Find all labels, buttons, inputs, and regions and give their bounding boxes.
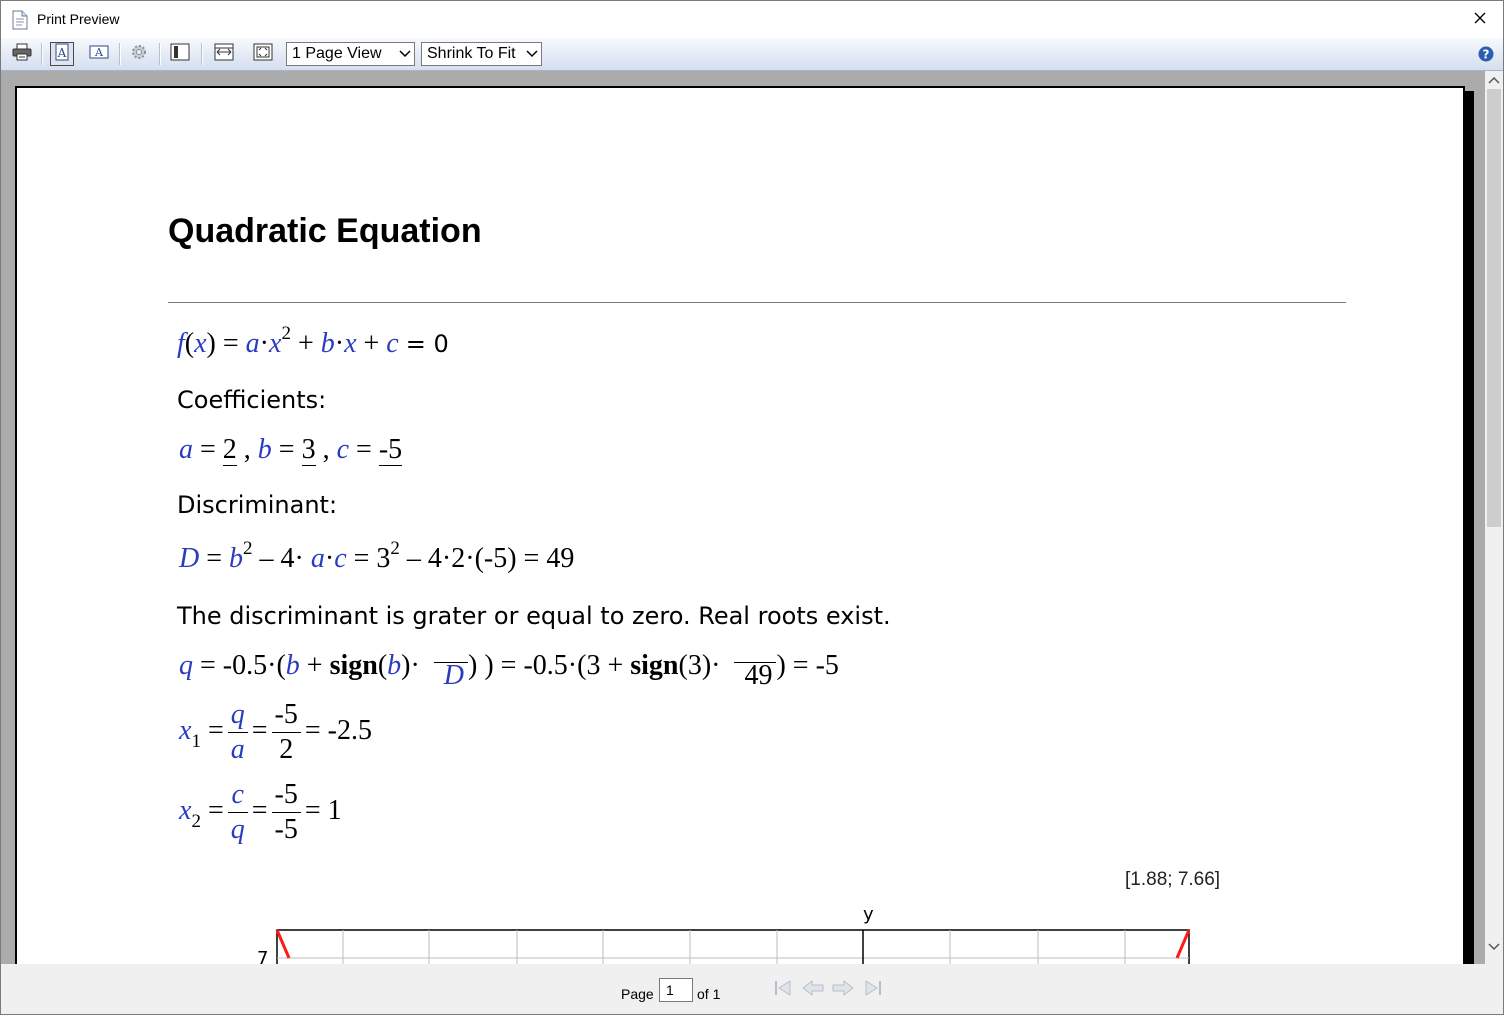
print-preview-window: Print Preview A A 1 Page View Shrink To … — [0, 0, 1504, 1015]
one-page-icon — [170, 43, 190, 66]
chevron-down-icon — [1488, 938, 1500, 956]
discriminant-line: D = b2 – 4· a·c = 32 – 4·2·(-5) = 49 — [179, 538, 575, 574]
last-page-button[interactable] — [861, 979, 885, 1001]
whole-page-icon — [253, 43, 273, 66]
scroll-up-button[interactable] — [1485, 71, 1503, 89]
page-label: Page — [621, 986, 654, 1002]
last-page-icon — [863, 979, 883, 1002]
discriminant-heading: Discriminant: — [177, 491, 338, 519]
view-mode-value: 1 Page View — [292, 45, 382, 62]
y-axis-label: y — [863, 904, 874, 925]
page-number-input[interactable] — [659, 978, 693, 1002]
close-button[interactable] — [1457, 1, 1503, 38]
page-navigation-bar: Page of 1 — [1, 964, 1503, 1014]
zoom-mode-value: Shrink To Fit — [427, 45, 516, 62]
chevron-down-icon — [399, 45, 411, 70]
toolbar-separator — [41, 43, 43, 65]
chevron-down-icon — [526, 45, 538, 70]
window-title: Print Preview — [37, 11, 120, 27]
page-setup-button[interactable] — [127, 42, 151, 66]
conclusion-text: The discriminant is grater or equal to z… — [177, 602, 891, 630]
q-line: q = -0.5·(b + sign(b)· D) ) = -0.5·(3 + s… — [179, 650, 839, 691]
landscape-icon: A — [89, 45, 109, 64]
next-page-button[interactable] — [831, 979, 855, 1001]
one-page-button[interactable] — [168, 42, 192, 66]
title-bar: Print Preview — [1, 1, 1503, 38]
toolbar-separator — [201, 43, 203, 65]
portrait-button[interactable]: A — [50, 42, 74, 66]
root-x2: x2 = c q = -5 -5 = 1 — [179, 779, 342, 845]
page-count-label: of 1 — [697, 986, 721, 1002]
printer-icon — [12, 43, 32, 66]
zoom-mode-select[interactable]: Shrink To Fit — [421, 42, 542, 66]
toolbar-separator — [119, 43, 121, 65]
help-icon: ? — [1478, 46, 1494, 66]
toolbar-separator — [159, 43, 161, 65]
coefficients-heading: Coefficients: — [177, 386, 327, 414]
document-title: Quadratic Equation — [168, 212, 482, 250]
title-divider — [168, 302, 1346, 303]
landscape-button[interactable]: A — [87, 42, 111, 66]
preview-area: Quadratic Equation f(x) = a·x2 + b·x + c… — [1, 71, 1485, 964]
scroll-down-button[interactable] — [1485, 938, 1503, 956]
whole-page-button[interactable] — [251, 42, 275, 66]
function-graph: y 7 — [257, 904, 1191, 964]
chevron-up-icon — [1488, 71, 1500, 89]
view-mode-select[interactable]: 1 Page View — [286, 42, 415, 66]
document-page: Quadratic Equation f(x) = a·x2 + b·x + c… — [15, 86, 1465, 964]
page-width-button[interactable] — [212, 42, 236, 66]
vertical-scrollbar[interactable] — [1485, 71, 1503, 964]
portrait-icon: A — [55, 43, 69, 66]
first-page-button[interactable] — [771, 979, 795, 1001]
equation-line: f(x) = a·x2 + b·x + c = 0 — [177, 323, 449, 359]
settings-icon — [130, 43, 148, 66]
arrow-right-icon — [832, 979, 854, 1002]
coefficients-line: a = 2 , b = 3 , c = -5 — [179, 434, 403, 466]
print-button[interactable] — [10, 42, 34, 66]
svg-text:A: A — [57, 46, 67, 60]
help-button[interactable]: ? — [1478, 46, 1494, 62]
toolbar: A A 1 Page View Shrink To Fit ? — [1, 38, 1503, 71]
svg-text:A: A — [94, 46, 104, 59]
previous-page-button[interactable] — [801, 979, 825, 1001]
page-width-icon — [214, 43, 234, 66]
graph-coordinate-readout: [1.88; 7.66] — [1125, 869, 1221, 890]
y-tick-label: 7 — [257, 948, 268, 964]
scroll-thumb[interactable] — [1487, 89, 1501, 527]
first-page-icon — [773, 979, 793, 1002]
document-icon — [12, 10, 28, 30]
svg-text:?: ? — [1483, 48, 1490, 62]
graph-plot-area — [276, 929, 1190, 964]
arrow-left-icon — [802, 979, 824, 1002]
root-x1: x1 = q a = -5 2 = -2.5 — [179, 699, 372, 765]
close-icon — [1474, 11, 1486, 29]
